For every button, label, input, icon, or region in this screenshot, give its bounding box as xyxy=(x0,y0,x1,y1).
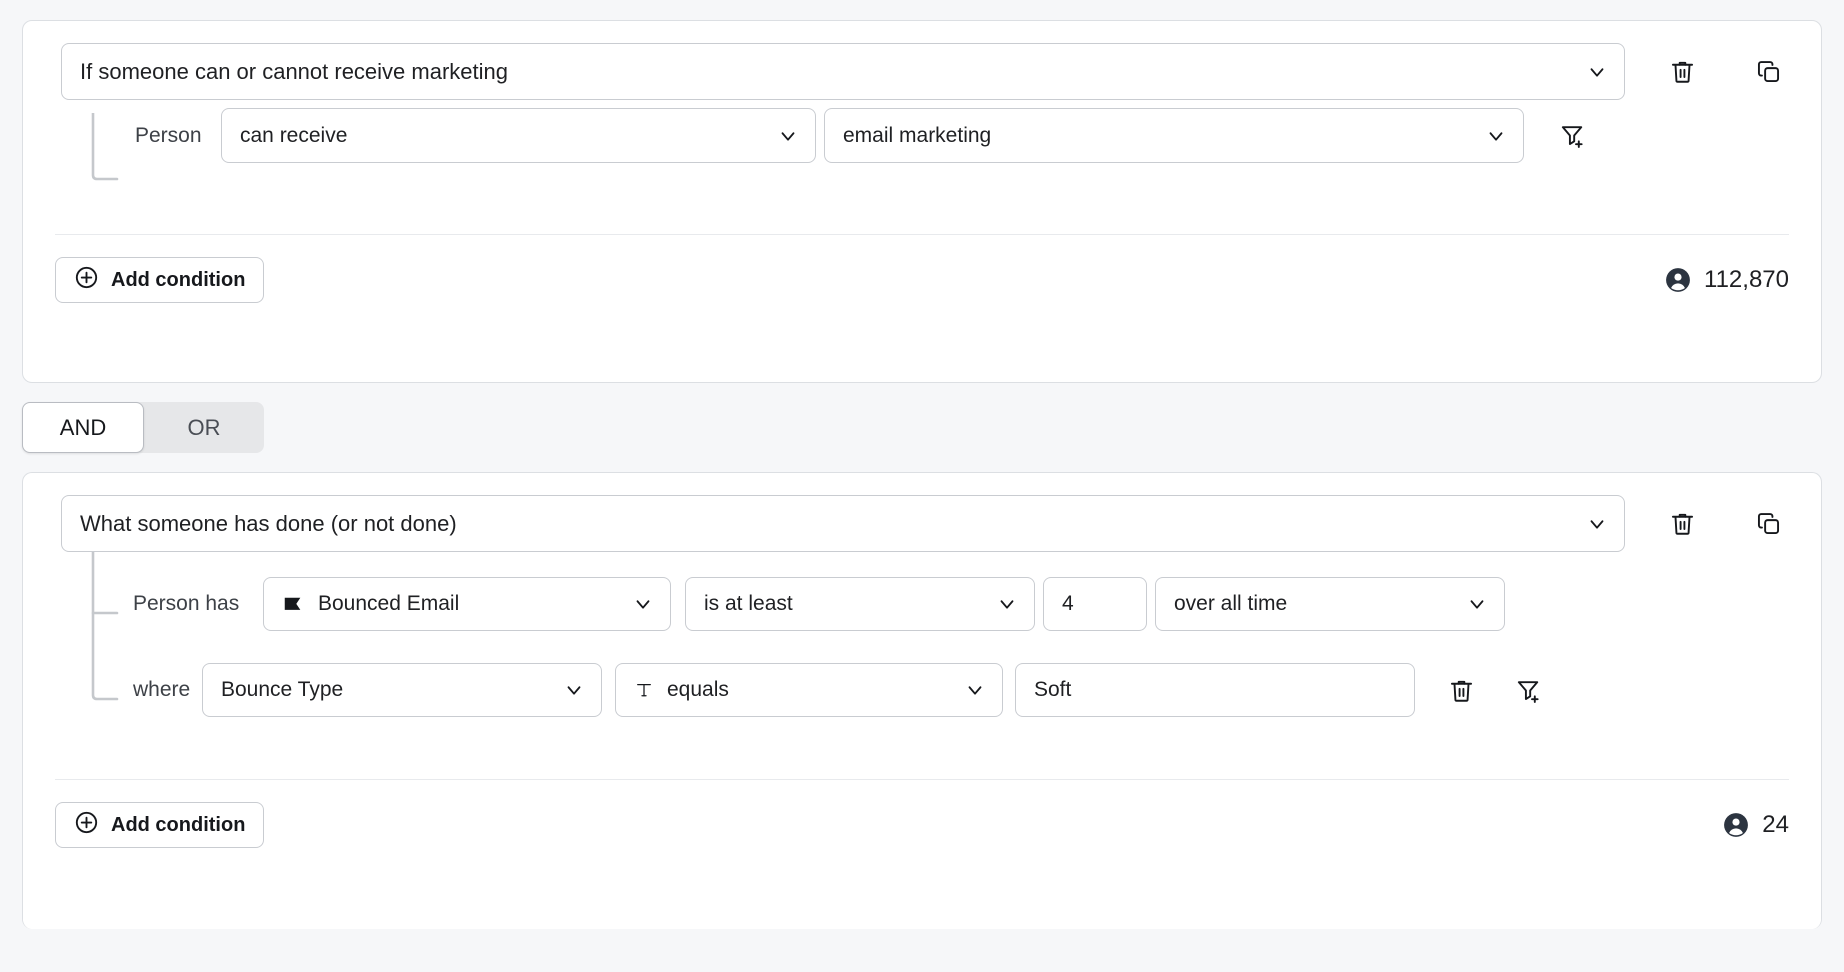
property-value-input-text: Soft xyxy=(1034,678,1071,702)
condition-group-1-footer: Add condition 112,870 xyxy=(23,235,1821,303)
duplicate-condition-button[interactable] xyxy=(1751,507,1785,541)
delete-filter-button[interactable] xyxy=(1444,673,1478,707)
add-condition-label: Add condition xyxy=(111,269,245,292)
property-select[interactable]: Bounce Type xyxy=(202,663,602,717)
count-input[interactable]: 4 xyxy=(1043,577,1147,631)
channel-value: email marketing xyxy=(843,124,991,148)
audience-count-value: 112,870 xyxy=(1704,266,1789,294)
receive-status-select[interactable]: can receive xyxy=(221,108,816,163)
logic-operator-or[interactable]: OR xyxy=(144,402,264,453)
duplicate-condition-button[interactable] xyxy=(1751,55,1785,89)
condition-type-select[interactable]: What someone has done (or not done) xyxy=(61,495,1625,552)
person-icon xyxy=(1723,812,1749,838)
condition-group-1: If someone can or cannot receive marketi… xyxy=(22,20,1822,383)
chevron-down-icon xyxy=(632,593,654,615)
add-filter-button[interactable] xyxy=(1511,673,1545,707)
timeframe-select[interactable]: over all time xyxy=(1155,577,1505,631)
chevron-down-icon xyxy=(996,593,1018,615)
text-type-icon xyxy=(634,679,654,701)
row-prefix-label: Person has xyxy=(133,592,255,616)
operator-value: equals xyxy=(667,678,729,702)
condition-type-value: If someone can or cannot receive marketi… xyxy=(80,59,508,85)
add-filter-button[interactable] xyxy=(1555,119,1589,153)
chevron-down-icon xyxy=(1485,125,1507,147)
chevron-down-icon xyxy=(1466,593,1488,615)
person-icon xyxy=(1665,267,1691,293)
condition-type-value: What someone has done (or not done) xyxy=(80,511,457,537)
delete-condition-button[interactable] xyxy=(1665,55,1699,89)
chevron-down-icon xyxy=(964,679,986,701)
receive-status-value: can receive xyxy=(240,124,347,148)
chevron-down-icon xyxy=(1586,61,1608,83)
add-condition-button[interactable]: Add condition xyxy=(55,802,264,848)
logic-operator-and-label: AND xyxy=(60,415,106,441)
logic-operator-and[interactable]: AND xyxy=(22,402,144,453)
row-prefix-label: Person xyxy=(135,124,211,148)
audience-count: 112,870 xyxy=(1665,266,1789,294)
card-fade-overlay xyxy=(23,857,1821,929)
plus-circle-icon xyxy=(74,265,99,296)
condition-row: Person can receive email marketing xyxy=(23,100,1821,163)
metric-select[interactable]: Bounced Email xyxy=(263,577,671,631)
timeframe-value: over all time xyxy=(1174,592,1287,616)
property-value-input[interactable]: Soft xyxy=(1015,663,1415,717)
logic-operator-or-label: OR xyxy=(188,415,221,441)
count-input-value: 4 xyxy=(1062,592,1074,616)
chevron-down-icon xyxy=(563,679,585,701)
flag-icon xyxy=(282,593,304,615)
add-condition-button[interactable]: Add condition xyxy=(55,257,264,303)
channel-select[interactable]: email marketing xyxy=(824,108,1524,163)
property-value: Bounce Type xyxy=(221,678,343,702)
filter-row: where Bounce Type equals Soft xyxy=(23,631,1821,717)
condition-group-1-header: If someone can or cannot receive marketi… xyxy=(23,21,1821,100)
chevron-down-icon xyxy=(1586,513,1608,535)
condition-group-2-footer: Add condition 24 xyxy=(23,780,1821,848)
condition-row: Person has Bounced Email is at least 4 xyxy=(23,552,1821,631)
condition-group-2-header: What someone has done (or not done) xyxy=(23,473,1821,552)
chevron-down-icon xyxy=(777,125,799,147)
delete-condition-button[interactable] xyxy=(1665,507,1699,541)
row-prefix-label: where xyxy=(133,678,193,702)
audience-count: 24 xyxy=(1723,811,1789,839)
add-condition-label: Add condition xyxy=(111,814,245,837)
comparison-select[interactable]: is at least xyxy=(685,577,1035,631)
comparison-value: is at least xyxy=(704,592,793,616)
condition-type-select[interactable]: If someone can or cannot receive marketi… xyxy=(61,43,1625,100)
condition-group-2: What someone has done (or not done) xyxy=(22,472,1822,929)
segment-builder: If someone can or cannot receive marketi… xyxy=(0,20,1844,972)
logic-operator-toggle[interactable]: AND OR xyxy=(22,402,264,453)
audience-count-value: 24 xyxy=(1762,811,1789,839)
operator-select[interactable]: equals xyxy=(615,663,1003,717)
metric-value: Bounced Email xyxy=(318,592,459,616)
plus-circle-icon xyxy=(74,810,99,841)
